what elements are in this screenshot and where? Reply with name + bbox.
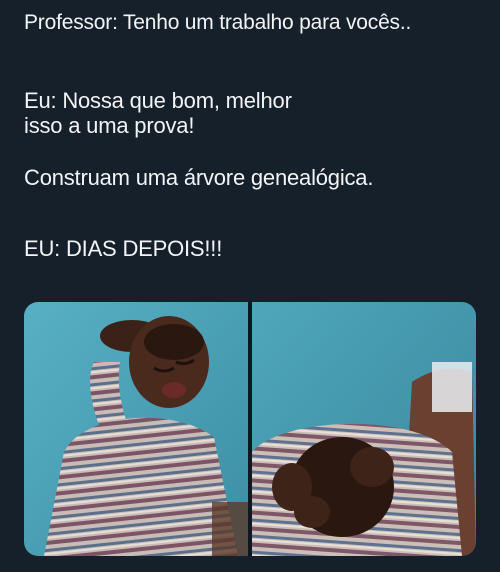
meme-post: Professor: Tenho um trabalho para vocês.… [0, 0, 500, 572]
caption-line-eu: Eu: Nossa que bom, melhor [24, 88, 292, 113]
photo-head-in-hands[interactable] [252, 302, 476, 556]
image-grid[interactable] [24, 302, 476, 556]
caption-line-professor: Professor: Tenho um trabalho para vocês.… [24, 11, 412, 34]
caption-line-days-later: EU: DIAS DEPOIS!!! [24, 236, 223, 261]
photo-crying-boy[interactable] [24, 302, 248, 556]
caption-line-eu-cont: isso a uma prova! [24, 113, 195, 138]
caption-line-task: Construam uma árvore genealógica. [24, 165, 374, 190]
